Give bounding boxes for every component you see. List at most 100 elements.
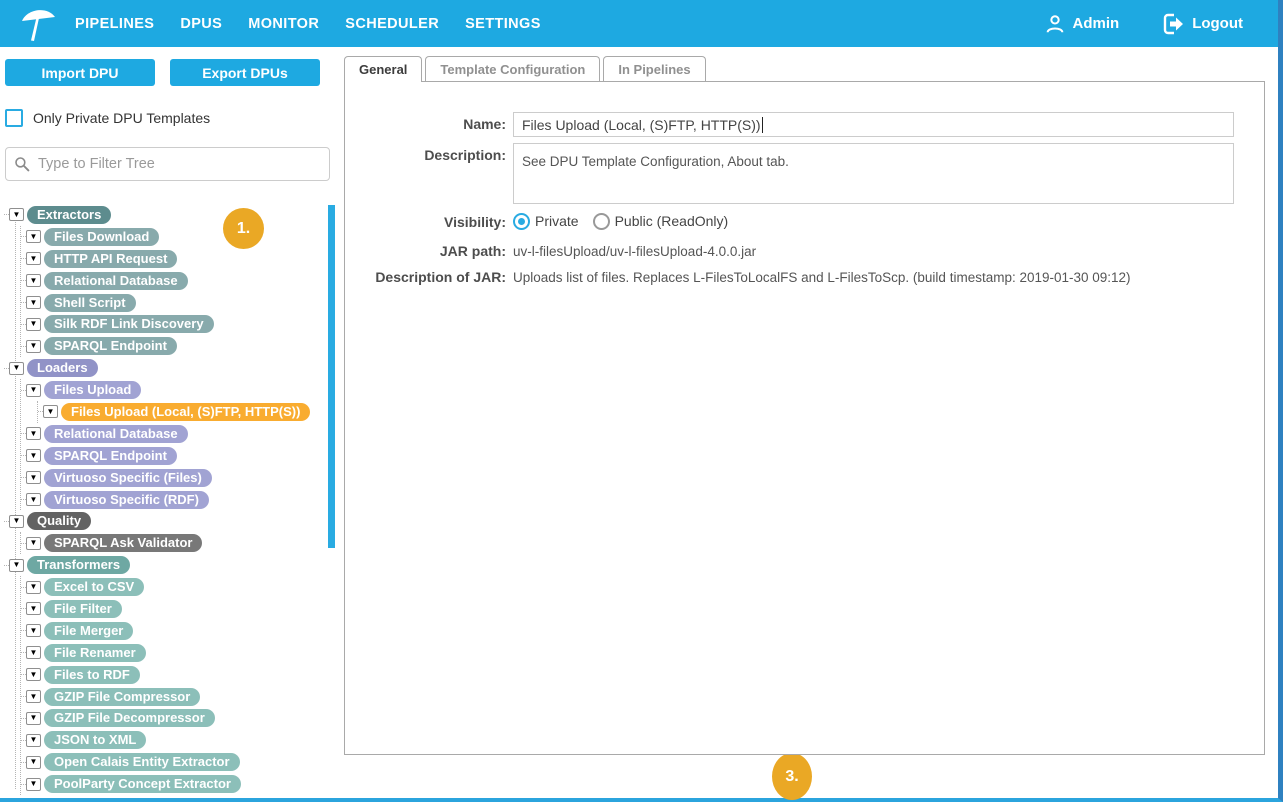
- tree-item[interactable]: ▼GZIP File Decompressor: [21, 707, 324, 729]
- only-private-row: Only Private DPU Templates: [5, 109, 210, 127]
- collapse-arrow-icon[interactable]: ▼: [26, 384, 41, 397]
- visibility-options: Private Public (ReadOnly): [513, 210, 728, 230]
- import-dpu-button[interactable]: Import DPU: [5, 59, 155, 86]
- collapse-arrow-icon[interactable]: ▼: [26, 252, 41, 265]
- user-icon: [1044, 13, 1066, 35]
- nav-scheduler[interactable]: SCHEDULER: [345, 16, 439, 32]
- tree-item[interactable]: ▼SPARQL Endpoint: [21, 335, 324, 357]
- tree-item[interactable]: ▼Extractors: [4, 204, 324, 226]
- tree-scrollbar[interactable]: [328, 205, 335, 548]
- jar-path-value: uv-l-filesUpload/uv-l-filesUpload-4.0.0.…: [513, 239, 756, 259]
- jar-description-value: Uploads list of files. Replaces L-FilesT…: [513, 265, 1131, 285]
- collapse-arrow-icon[interactable]: ▼: [26, 690, 41, 703]
- tab-template-configuration[interactable]: Template Configuration: [425, 56, 600, 81]
- jar-description-row: Description of JAR: Uploads list of file…: [345, 265, 1264, 285]
- unifiedviews-logo[interactable]: [18, 4, 58, 44]
- collapse-arrow-icon[interactable]: ▼: [26, 778, 41, 791]
- collapse-arrow-icon[interactable]: ▼: [26, 624, 41, 637]
- tree-item[interactable]: ▼File Merger: [21, 620, 324, 642]
- collapse-arrow-icon[interactable]: ▼: [26, 581, 41, 594]
- main-menu: PIPELINES DPUS MONITOR SCHEDULER SETTING…: [75, 0, 541, 47]
- tree-item[interactable]: ▼Relational Database: [21, 270, 324, 292]
- export-dpus-button[interactable]: Export DPUs: [170, 59, 320, 86]
- collapse-arrow-icon[interactable]: ▼: [26, 537, 41, 550]
- tree-item[interactable]: ▼Files Download: [21, 226, 324, 248]
- collapse-arrow-icon[interactable]: ▼: [26, 274, 41, 287]
- collapse-arrow-icon[interactable]: ▼: [26, 296, 41, 309]
- tree-item[interactable]: ▼Files Upload: [21, 379, 324, 401]
- tree-item-selected[interactable]: ▼Files Upload (Local, (S)FTP, HTTP(S)): [38, 401, 324, 423]
- tree-item[interactable]: ▼Virtuoso Specific (Files): [21, 467, 324, 489]
- tree-item[interactable]: ▼PoolParty Concept Extractor: [21, 773, 324, 795]
- collapse-arrow-icon[interactable]: ▼: [26, 734, 41, 747]
- user-menu[interactable]: Admin: [1044, 13, 1120, 35]
- logout-label: Logout: [1192, 15, 1243, 32]
- tree-item[interactable]: ▼Virtuoso Specific (RDF): [21, 489, 324, 511]
- tree-item[interactable]: ▼Silk RDF Link Discovery: [21, 313, 324, 335]
- collapse-arrow-icon[interactable]: ▼: [9, 559, 24, 572]
- only-private-label: Only Private DPU Templates: [33, 110, 210, 126]
- nav-monitor[interactable]: MONITOR: [248, 16, 319, 32]
- collapse-arrow-icon[interactable]: ▼: [26, 340, 41, 353]
- nav-settings[interactable]: SETTINGS: [465, 16, 541, 32]
- radio-selected-icon[interactable]: [513, 213, 530, 230]
- collapse-arrow-icon[interactable]: ▼: [26, 471, 41, 484]
- collapse-arrow-icon[interactable]: ▼: [26, 318, 41, 331]
- tree-item[interactable]: ▼SPARQL Endpoint: [21, 445, 324, 467]
- collapse-arrow-icon[interactable]: ▼: [26, 230, 41, 243]
- tree-item[interactable]: ▼Quality: [4, 510, 324, 532]
- general-tab-panel: Name: Files Upload (Local, (S)FTP, HTTP(…: [344, 81, 1265, 755]
- tree-item[interactable]: ▼Files to RDF: [21, 664, 324, 686]
- dpu-detail-panel: General Template Configuration In Pipeli…: [344, 47, 1265, 802]
- jar-path-label: JAR path:: [345, 239, 506, 259]
- visibility-private-option[interactable]: Private: [513, 213, 579, 230]
- collapse-arrow-icon[interactable]: ▼: [26, 449, 41, 462]
- nav-dpus[interactable]: DPUS: [180, 16, 222, 32]
- tree-item[interactable]: ▼Transformers: [4, 554, 324, 576]
- collapse-arrow-icon[interactable]: ▼: [26, 756, 41, 769]
- only-private-checkbox[interactable]: [5, 109, 23, 127]
- collapse-arrow-icon[interactable]: ▼: [26, 493, 41, 506]
- tree-item[interactable]: ▼GZIP File Compressor: [21, 686, 324, 708]
- tree-item[interactable]: ▼Excel to CSV: [21, 576, 324, 598]
- collapse-arrow-icon[interactable]: ▼: [9, 362, 24, 375]
- tree-item[interactable]: ▼File Filter: [21, 598, 324, 620]
- tab-in-pipelines[interactable]: In Pipelines: [603, 56, 705, 81]
- tree-filter-input[interactable]: [5, 147, 330, 181]
- collapse-arrow-icon[interactable]: ▼: [26, 646, 41, 659]
- name-label: Name:: [345, 112, 506, 137]
- visibility-row: Visibility: Private Public (ReadOnly): [345, 210, 1264, 230]
- name-row: Name: Files Upload (Local, (S)FTP, HTTP(…: [345, 112, 1264, 137]
- logout-button[interactable]: Logout: [1161, 12, 1243, 36]
- header-right: Admin Logout: [1044, 0, 1243, 47]
- name-input[interactable]: Files Upload (Local, (S)FTP, HTTP(S)): [513, 112, 1234, 137]
- tree-item[interactable]: ▼JSON to XML: [21, 729, 324, 751]
- name-value: Files Upload (Local, (S)FTP, HTTP(S)): [522, 117, 761, 133]
- collapse-arrow-icon[interactable]: ▼: [26, 602, 41, 615]
- annotation-marker-3: 3.: [772, 753, 812, 800]
- collapse-arrow-icon[interactable]: ▼: [26, 668, 41, 681]
- tree-item[interactable]: ▼SPARQL Ask Validator: [21, 532, 324, 554]
- visibility-public-option[interactable]: Public (ReadOnly): [593, 213, 729, 230]
- tree-item[interactable]: ▼Loaders: [4, 357, 324, 379]
- detail-tabs: General Template Configuration In Pipeli…: [344, 47, 1265, 81]
- tree-filter: [5, 147, 330, 181]
- tree-item[interactable]: ▼Open Calais Entity Extractor: [21, 751, 324, 773]
- collapse-arrow-icon[interactable]: ▼: [43, 405, 58, 418]
- user-label: Admin: [1073, 15, 1120, 32]
- radio-unselected-icon[interactable]: [593, 213, 610, 230]
- collapse-arrow-icon[interactable]: ▼: [9, 515, 24, 528]
- text-caret: [762, 117, 763, 133]
- description-textarea[interactable]: See DPU Template Configuration, About ta…: [513, 143, 1234, 204]
- collapse-arrow-icon[interactable]: ▼: [26, 427, 41, 440]
- tree-item[interactable]: ▼File Renamer: [21, 642, 324, 664]
- tree-item[interactable]: ▼Relational Database: [21, 423, 324, 445]
- tree-item[interactable]: ▼Shell Script: [21, 292, 324, 314]
- nav-pipelines[interactable]: PIPELINES: [75, 16, 154, 32]
- collapse-arrow-icon[interactable]: ▼: [26, 712, 41, 725]
- tab-general[interactable]: General: [344, 56, 422, 82]
- description-row: Description: See DPU Template Configurat…: [345, 143, 1264, 204]
- tree-item[interactable]: ▼HTTP API Request: [21, 248, 324, 270]
- collapse-arrow-icon[interactable]: ▼: [9, 208, 24, 221]
- top-nav-bar: PIPELINES DPUS MONITOR SCHEDULER SETTING…: [0, 0, 1278, 47]
